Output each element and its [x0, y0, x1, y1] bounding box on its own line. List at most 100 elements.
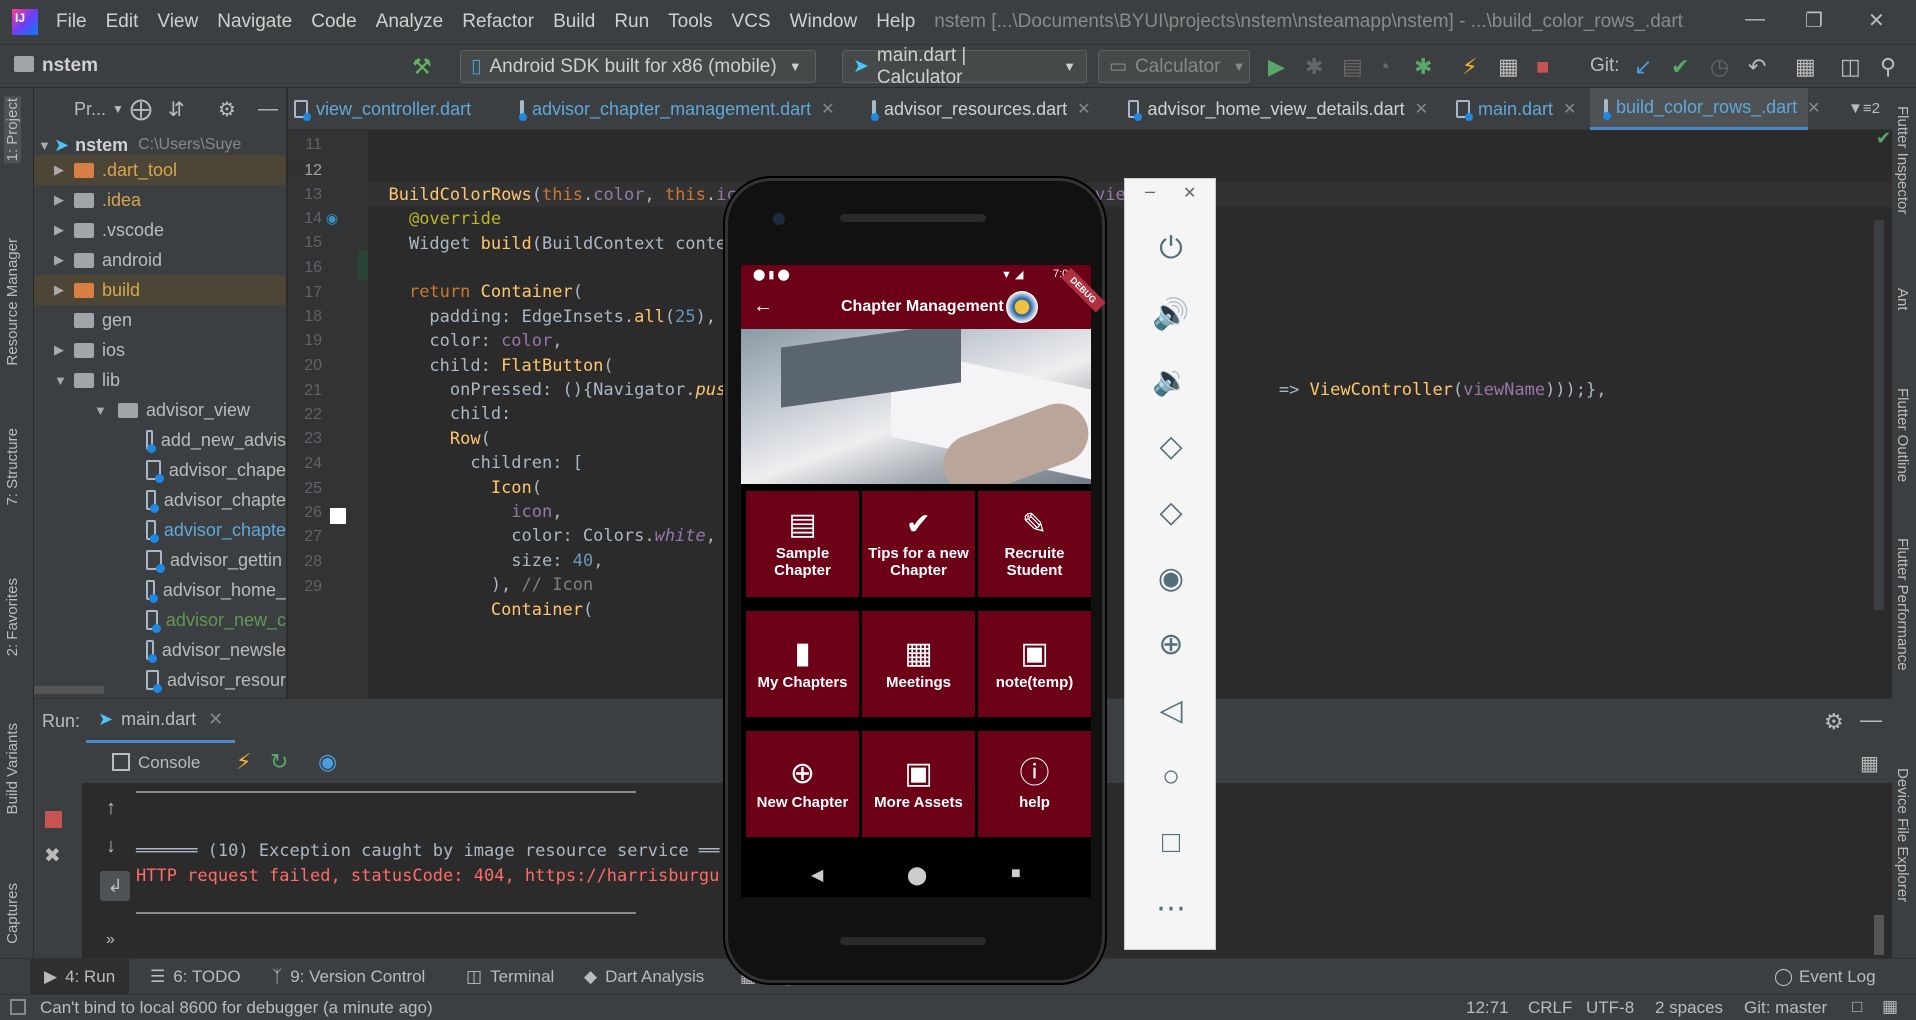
tab-dart-analysis[interactable]: ◆ Dart Analysis: [584, 967, 704, 987]
tab-version-control[interactable]: ᛉ 9: Version Control: [272, 967, 425, 987]
gear-icon[interactable]: ⚙: [1824, 709, 1844, 735]
override-marker-icon[interactable]: ◉: [326, 210, 338, 227]
git-branch[interactable]: Git: master: [1744, 998, 1827, 1018]
tree-item[interactable]: ▼ lib: [34, 365, 286, 395]
app-target-selector[interactable]: ▭ Calculator ▼: [1098, 50, 1250, 83]
tab-advisor-home-view-details[interactable]: advisor_home_view_details.dart ✕: [1128, 88, 1428, 130]
project-structure-icon[interactable]: ▦: [1795, 54, 1816, 80]
tab-build-variants[interactable]: Build Variants: [4, 723, 21, 814]
nav-back-icon[interactable]: ◀: [811, 865, 823, 885]
tree-item[interactable]: ▶ ios: [34, 335, 286, 365]
emulator-screen[interactable]: ⬤ ▮ ⬤ ▼ ◢ 7:00 ← Chapter Management DEBU…: [741, 265, 1106, 897]
vertical-scrollbar[interactable]: [1874, 220, 1884, 610]
tab-build-color-rows[interactable]: build_color_rows_.dart ✕: [1590, 88, 1821, 130]
hot-reload-icon[interactable]: ⚡: [1462, 54, 1477, 80]
minimize-icon[interactable]: –: [1145, 181, 1155, 202]
tile-recruite-student[interactable]: ✎ Recruite Student: [978, 491, 1091, 597]
nav-home-icon[interactable]: ⬤: [907, 865, 927, 886]
git-update-icon[interactable]: ↙: [1634, 54, 1652, 80]
scroll-down-icon[interactable]: ↓: [106, 835, 116, 858]
tree-item[interactable]: advisor_chapte: [34, 485, 286, 515]
close-tab-icon[interactable]: ✕: [821, 99, 834, 119]
line-separator[interactable]: CRLF: [1528, 998, 1572, 1018]
toggle-toolwindows-icon[interactable]: [10, 999, 26, 1015]
indent-setting[interactable]: 2 spaces: [1655, 998, 1723, 1018]
menu-run[interactable]: Run: [614, 11, 649, 33]
home-icon[interactable]: ○: [1149, 755, 1193, 799]
tab-advisor-chapter-management[interactable]: advisor_chapter_management.dart ✕: [519, 88, 835, 130]
console-tab[interactable]: Console: [138, 753, 200, 773]
close-tab-icon[interactable]: ✕: [1415, 99, 1428, 119]
history-icon[interactable]: ◷: [1710, 54, 1729, 80]
attach-debugger-icon[interactable]: ✱: [1414, 54, 1432, 80]
minimize-icon[interactable]: —: [1745, 8, 1765, 31]
layout-icon[interactable]: ▦: [1860, 751, 1879, 776]
file-encoding[interactable]: UTF-8: [1586, 998, 1634, 1018]
menu-file[interactable]: File: [56, 11, 87, 33]
tab-structure[interactable]: 7: Structure: [4, 428, 21, 506]
device-selector[interactable]: ▯ Android SDK built for x86 (mobile) ▼: [460, 50, 816, 83]
rotate-left-icon[interactable]: ◇: [1149, 425, 1193, 469]
gear-icon[interactable]: ⚙: [218, 97, 236, 122]
terminal-icon[interactable]: ◫: [1840, 54, 1861, 80]
tab-advisor-resources[interactable]: advisor_resources.dart ✕: [871, 88, 1091, 130]
menu-build[interactable]: Build: [553, 11, 595, 33]
hide-panel-icon[interactable]: —: [258, 98, 278, 121]
project-breadcrumb[interactable]: nstem: [42, 55, 98, 77]
run-icon[interactable]: ▶: [1268, 54, 1285, 80]
tile-more-assets[interactable]: ▣ More Assets: [862, 731, 975, 837]
close-window-icon[interactable]: ✕: [1868, 8, 1885, 33]
tab-captures[interactable]: Captures: [4, 883, 21, 944]
debug-icon[interactable]: ✱: [1305, 54, 1323, 80]
tab-flutter-performance[interactable]: Flutter Performance: [1894, 538, 1911, 671]
power-icon[interactable]: ⏻: [1149, 227, 1193, 271]
tree-item[interactable]: advisor_newsle: [34, 635, 286, 665]
scroll-up-icon[interactable]: ↑: [106, 797, 116, 820]
tree-item[interactable]: advisor_gettin: [34, 545, 286, 575]
coverage-icon[interactable]: ▤: [1342, 54, 1363, 80]
overview-icon[interactable]: □: [1149, 821, 1193, 865]
tab-overflow[interactable]: ▼≡2: [1848, 100, 1880, 117]
status-message[interactable]: Can't bind to local 8600 for debugger (a…: [40, 998, 433, 1018]
back-arrow-icon[interactable]: ←: [753, 295, 773, 318]
soft-wrap-icon[interactable]: ↲: [100, 871, 130, 901]
lock-icon[interactable]: □: [1852, 997, 1862, 1017]
menu-refactor[interactable]: Refactor: [462, 11, 534, 33]
nav-recents-icon[interactable]: ■: [1011, 865, 1021, 883]
dart-devtools-icon[interactable]: ◉: [318, 749, 337, 775]
tab-favorites[interactable]: 2: Favorites: [4, 578, 21, 656]
console-scrollbar[interactable]: [1874, 915, 1884, 955]
run-config-tab[interactable]: ➤ main.dart ✕: [86, 699, 236, 743]
hide-panel-icon[interactable]: —: [1860, 707, 1882, 733]
tab-project[interactable]: 1: Project: [4, 96, 21, 164]
profile-icon[interactable]: ◔: [1377, 54, 1390, 80]
tree-item[interactable]: ▶ android: [34, 245, 286, 275]
project-view-selector[interactable]: Pr...: [74, 99, 106, 120]
menu-vcs[interactable]: VCS: [732, 11, 771, 33]
volume-down-icon[interactable]: 🔉: [1149, 359, 1193, 403]
menu-view[interactable]: View: [157, 11, 198, 33]
apply-changes-icon[interactable]: ▦: [1498, 54, 1519, 80]
tile-help[interactable]: ⓘ help: [978, 731, 1091, 837]
tree-item[interactable]: ▶ .idea: [34, 185, 286, 215]
tree-item[interactable]: advisor_home_: [34, 575, 286, 605]
menu-edit[interactable]: Edit: [106, 11, 139, 33]
tab-resource-manager[interactable]: Resource Manager: [4, 238, 21, 366]
close-tab-icon[interactable]: ✕: [1563, 99, 1576, 119]
back-icon[interactable]: ◁: [1149, 689, 1193, 733]
tree-item[interactable]: ▶ build: [34, 275, 286, 305]
close-icon[interactable]: ✕: [1183, 183, 1196, 203]
notifications-icon[interactable]: ▦: [1882, 997, 1898, 1017]
tile-note-temp[interactable]: ▣ note(temp): [978, 611, 1091, 717]
tab-terminal[interactable]: ◫ Terminal: [466, 967, 554, 987]
tile-my-chapters[interactable]: ▮ My Chapters: [746, 611, 859, 717]
tree-item[interactable]: ▶ .dart_tool: [34, 155, 286, 185]
locate-icon[interactable]: ⨁: [130, 96, 152, 122]
tree-item[interactable]: advisor_chapte: [34, 515, 286, 545]
rollback-icon[interactable]: ↶: [1748, 54, 1766, 80]
more-icon[interactable]: »: [106, 931, 115, 949]
collapse-all-icon[interactable]: ⇵: [168, 97, 185, 122]
tab-todo[interactable]: ☰ 6: TODO: [150, 967, 241, 987]
volume-up-icon[interactable]: 🔊: [1149, 293, 1193, 337]
tree-item[interactable]: ▼ advisor_view: [34, 395, 286, 425]
